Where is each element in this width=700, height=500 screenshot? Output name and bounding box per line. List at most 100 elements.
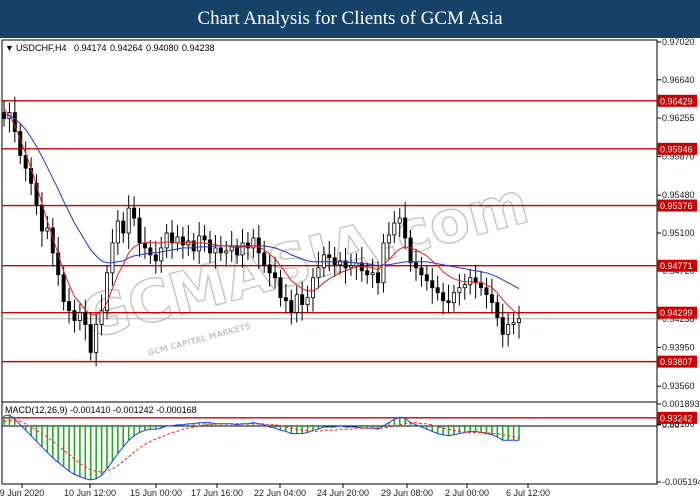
x-tick-label: 2 Jul 00:00 [445,488,489,498]
price-axis: 0.970200.966400.962550.958700.954800.951… [657,37,700,487]
candle-body [77,312,82,321]
level-label: 0.94771 [660,261,693,271]
candle-body [159,247,164,262]
candle-body [273,272,278,279]
candle-body [419,267,424,276]
candle [170,220,175,259]
candle-body [39,204,44,232]
low-value: 0.94080 [146,43,179,53]
chart-canvas: GCMASIA.com GCM CAPITAL MARKETS 0.97020 0… [0,37,700,498]
candle-body [294,294,299,313]
candle-body [517,318,522,323]
candle-body [386,234,391,244]
candle-body [283,297,288,302]
candle-body [495,302,500,318]
y-tick-label: 0.97020 [662,37,695,47]
candle-body [316,267,321,279]
macd-y-tick-label: 0.00 [662,420,680,430]
macd-signal-line [3,419,520,473]
candle-body [348,265,353,269]
x-tick-label: 15 Jun 00:00 [130,488,182,498]
candle-body [224,250,229,254]
y-tick-label: 0.93950 [662,342,695,352]
candle-body [424,274,429,282]
macd-y-tick-label: 0.001893 [662,399,700,409]
candle-body [500,317,505,335]
y-tick-label: 0.93560 [662,381,695,391]
price-plot [2,96,657,419]
candle-body [121,220,126,234]
candle-body [148,247,153,256]
x-tick-label: 17 Jun 16:00 [191,488,243,498]
candle [489,278,494,314]
candle-body [153,254,158,262]
candle-body [327,254,332,259]
candle [132,196,137,227]
candle-body [170,232,175,244]
candle-body [370,272,375,276]
candle [29,157,34,196]
candle-body [94,324,99,353]
level-label: 0.93807 [660,357,693,367]
candle-body [218,247,223,254]
candle-body [278,277,283,299]
candle [441,282,446,315]
candle [511,313,516,335]
candle [148,239,153,264]
level-label: 0.95376 [660,201,693,211]
candle-body [462,284,467,289]
macd-y-tick-label: -0.005194 [662,477,700,487]
candle-body [262,252,267,266]
candle [202,225,207,252]
candle [18,123,23,165]
candle [462,273,467,300]
candle [164,224,169,258]
candle-body [110,242,115,274]
candle-body [164,232,169,249]
candle-body [88,324,93,353]
candle-body [126,207,131,234]
candle [517,305,522,339]
candle [137,208,142,257]
candle [473,264,478,299]
candle [500,303,505,348]
x-tick-label: 10 Jun 12:00 [64,488,116,498]
candle [424,265,429,291]
candle-body [506,324,511,335]
candle-body [365,270,370,276]
x-tick-label: 22 Jun 04:00 [254,488,306,498]
candle-body [446,300,451,304]
candle-body [45,227,50,232]
candle-body [457,287,462,294]
candle [121,212,126,243]
candle-body [213,247,218,254]
candle-body [72,310,77,321]
candle-body [240,242,245,256]
candle-body [137,217,142,244]
candle [495,294,500,327]
candle-body [310,277,315,299]
candle-body [511,322,516,325]
candle-body [267,264,272,274]
candle [72,299,77,333]
watermark: GCMASIA.com GCM CAPITAL MARKETS [74,168,536,358]
candle-body [180,236,185,246]
candle [175,225,180,251]
candle-body [413,262,418,269]
candle-body [115,220,120,244]
candle-body [435,287,440,294]
candle-body [202,235,207,241]
x-tick-label: 29 Jun 08:00 [381,488,433,498]
candle [451,284,456,312]
candle-body [441,292,446,302]
x-tick-label: 9 Jun 2020 [0,488,44,498]
watermark-text: GCMASIA.com [74,168,535,352]
candle [56,236,61,286]
y-tick-label: 0.96255 [662,113,695,123]
candle-body [484,287,489,296]
candle-body [289,300,294,313]
candle-body [392,222,397,236]
candle [430,267,435,304]
candle [186,225,191,256]
candle-body [197,235,202,252]
